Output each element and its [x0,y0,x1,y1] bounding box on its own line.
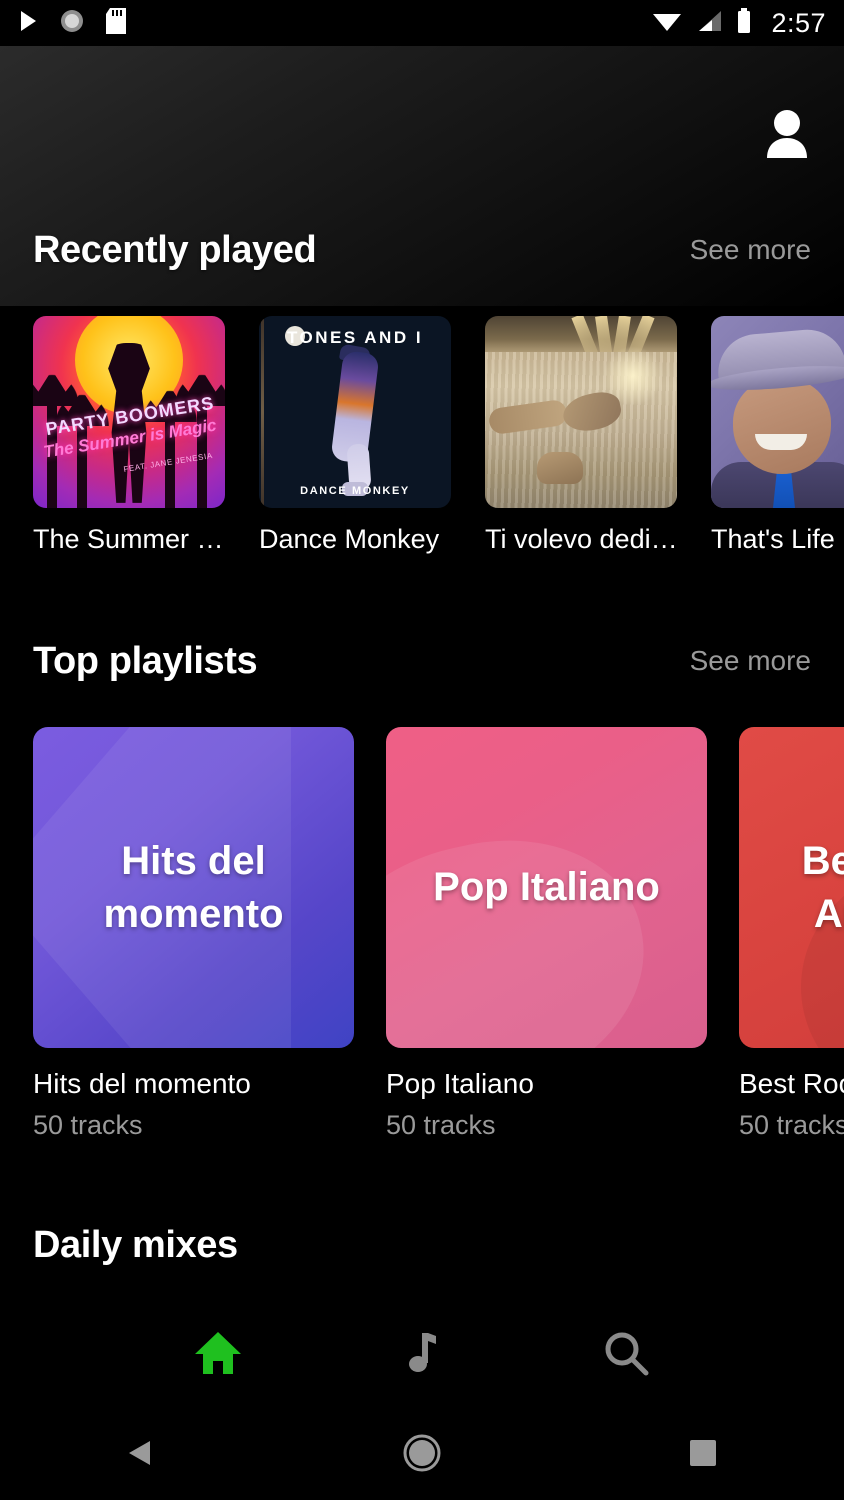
account-avatar-button[interactable] [754,101,820,167]
wifi-icon [652,9,682,38]
page-title: Recently played [33,228,317,271]
playlist-track-count: 50 tracks [386,1110,496,1140]
track-card[interactable]: FR SIN TH L arranged and conducted I WIL… [711,316,844,576]
search-icon [602,1329,650,1382]
recents-square-icon [688,1438,718,1473]
system-home-button[interactable] [281,1433,562,1478]
hand-graphic [537,452,583,484]
album-art-thats-life: FR SIN TH L arranged and conducted I WIL… [711,316,844,508]
system-recents-button[interactable] [563,1438,844,1473]
album-art-summer-is-magic: PARTY BOOMERS The Summer is Magic FEAT. … [33,316,225,508]
android-system-navigation [0,1410,844,1500]
playlist-title: Hits del momento [33,1068,251,1099]
section-title-daily-mixes: Daily mixes [33,1223,238,1266]
section-title-top-playlists: Top playlists [33,639,258,682]
nav-tab-home[interactable] [116,1300,320,1410]
bottom-navigation-bar [0,1300,844,1410]
home-circle-icon [402,1433,442,1478]
track-title: Dance Monkey [259,524,440,554]
playlist-card[interactable]: Hits del momento Hits del momento 50 tra… [33,727,354,1147]
playlist-cover-hits-del-momento: Hits del momento [33,727,354,1048]
track-title: The Summer i… [33,524,229,554]
track-card[interactable]: Ti volevo dedi… [485,316,678,576]
album-art-title: DANCE MONKEY [300,485,410,497]
sd-card-icon [106,7,126,39]
playlist-track-count: 50 tracks [739,1110,844,1140]
top-playlists-header: Top playlists See more [0,633,844,689]
track-card[interactable]: TONES AND I DANCE MONKEY Dance Monkey [259,316,451,576]
playlist-title: Pop Italiano [386,1068,534,1099]
playlist-track-count: 50 tracks [33,1110,143,1140]
playlist-cover-label: Pop Italiano [433,865,660,910]
playlist-cover-label: Best Rock Anthems [801,838,844,936]
cellular-signal-icon [695,9,723,38]
system-back-button[interactable] [0,1436,281,1475]
nav-tab-music[interactable] [320,1300,524,1410]
back-triangle-icon [124,1436,158,1475]
battery-icon [736,7,752,39]
track-card[interactable]: PARTY BOOMERS The Summer is Magic FEAT. … [33,316,229,576]
status-bar-left-icons [18,7,126,39]
home-icon [193,1330,243,1381]
music-note-icon [405,1330,439,1381]
playlist-cover-label: Hits del momento [103,838,284,936]
play-icon [18,9,38,38]
blob-shape-graphic [386,813,669,1048]
smile-graphic [755,434,807,450]
album-art-ti-volevo-dedicare [485,316,677,508]
playlist-cover-best-rock-anthems: Best Rock Anthems [739,727,844,1048]
track-title: That's Life [711,524,835,554]
playlist-title: Best Roc [739,1068,844,1099]
top-playlists-carousel[interactable]: Hits del momento Hits del momento 50 tra… [0,727,844,1147]
track-title: Ti volevo dedi… [485,524,678,554]
status-bar-right-icons: 2:57 [652,7,826,39]
app-screen: 2:57 Recently played See more PARTY BOOM… [0,0,844,1500]
playlist-card[interactable]: Pop Italiano Pop Italiano 50 tracks [386,727,707,1147]
playlist-card[interactable]: Best Rock Anthems Best Roc 50 tracks [739,727,844,1147]
daily-mixes-header: Daily mixes [0,1217,844,1273]
gear-icon [60,9,84,38]
status-bar: 2:57 [0,0,844,46]
playlist-cover-pop-italiano: Pop Italiano [386,727,707,1048]
album-art-dance-monkey: TONES AND I DANCE MONKEY [259,316,451,508]
account-avatar-icon [759,104,815,165]
status-bar-clock: 2:57 [771,7,826,38]
top-playlists-see-more[interactable]: See more [690,645,811,677]
recently-played-header: Recently played See more [0,222,844,278]
face-graphic [733,378,831,474]
nav-tab-search[interactable] [524,1300,728,1410]
recently-played-see-more[interactable]: See more [690,234,811,266]
recently-played-carousel[interactable]: PARTY BOOMERS The Summer is Magic FEAT. … [0,316,844,576]
